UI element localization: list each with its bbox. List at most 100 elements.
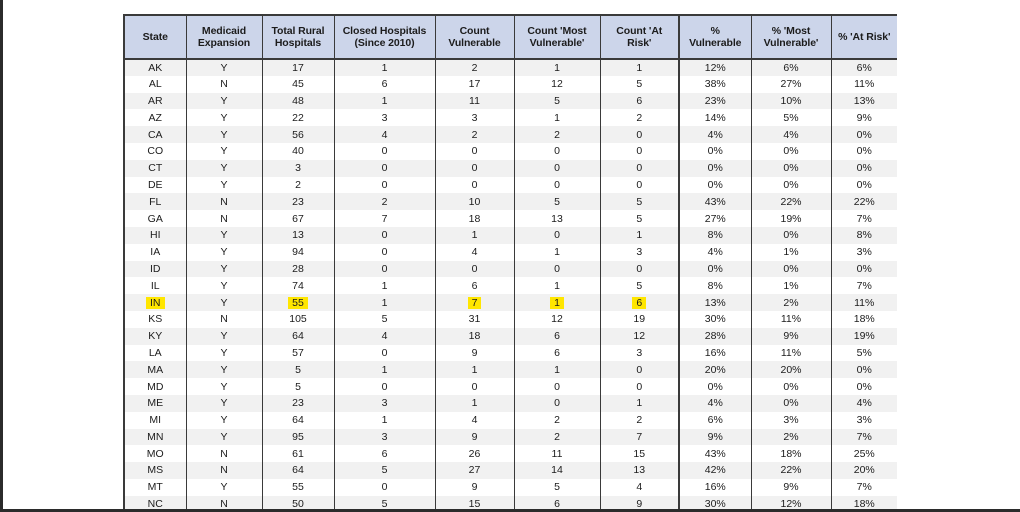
column-header-state[interactable]: State: [123, 14, 187, 60]
cell-total[interactable]: 2: [261, 176, 335, 194]
cell-pct_vul[interactable]: 0%: [678, 159, 752, 177]
cell-state[interactable]: LA: [123, 344, 187, 362]
cell-state[interactable]: KS: [123, 310, 187, 328]
cell-cnt_vul[interactable]: 1: [434, 226, 515, 244]
cell-closed[interactable]: 1: [333, 411, 436, 429]
cell-closed[interactable]: 6: [333, 75, 436, 93]
cell-total[interactable]: 50: [261, 495, 335, 509]
cell-total[interactable]: 105: [261, 310, 335, 328]
cell-pct_most[interactable]: 0%: [750, 159, 832, 177]
cell-cnt_risk[interactable]: 0: [599, 361, 680, 379]
cell-cnt_most[interactable]: 2: [513, 428, 601, 446]
cell-pct_most[interactable]: 4%: [750, 126, 832, 143]
cell-closed[interactable]: 5: [333, 495, 436, 509]
cell-total[interactable]: 55: [261, 478, 335, 496]
cell-total[interactable]: 28: [261, 260, 335, 278]
cell-medicaid[interactable]: Y: [185, 92, 263, 110]
cell-cnt_most[interactable]: 5: [513, 478, 601, 496]
cell-pct_risk[interactable]: 0%: [830, 260, 897, 278]
cell-closed[interactable]: 1: [333, 294, 436, 311]
cell-pct_risk[interactable]: 25%: [830, 445, 897, 463]
cell-pct_vul[interactable]: 30%: [678, 310, 752, 328]
cell-cnt_vul[interactable]: 3: [434, 109, 515, 127]
cell-pct_vul[interactable]: 13%: [678, 294, 752, 311]
table-row[interactable]: CA Y 56 4 2 2 0 4% 4% 0%: [123, 126, 897, 143]
cell-total[interactable]: 74: [261, 277, 335, 295]
cell-medicaid[interactable]: Y: [185, 411, 263, 429]
table-row[interactable]: MD Y 5 0 0 0 0 0% 0% 0%: [123, 378, 897, 395]
cell-cnt_vul[interactable]: 1: [434, 394, 515, 412]
cell-total[interactable]: 23: [261, 394, 335, 412]
table-scroll-viewport[interactable]: State Medicaid Expansion Total Rural Hospita…: [123, 14, 897, 509]
cell-cnt_risk[interactable]: 4: [599, 478, 680, 496]
cell-cnt_vul[interactable]: 0: [434, 378, 515, 395]
table-row[interactable]: IA Y 94 0 4 1 3 4% 1% 3%: [123, 243, 897, 261]
cell-pct_risk[interactable]: 0%: [830, 361, 897, 379]
cell-cnt_risk[interactable]: 0: [599, 378, 680, 395]
cell-pct_most[interactable]: 0%: [750, 394, 832, 412]
cell-cnt_most[interactable]: 1: [513, 243, 601, 261]
cell-closed[interactable]: 0: [333, 159, 436, 177]
cell-pct_vul[interactable]: 28%: [678, 327, 752, 345]
cell-total[interactable]: 23: [261, 193, 335, 211]
cell-cnt_risk[interactable]: 2: [599, 109, 680, 127]
cell-pct_risk[interactable]: 0%: [830, 159, 897, 177]
cell-closed[interactable]: 0: [333, 478, 436, 496]
cell-state[interactable]: CT: [123, 159, 187, 177]
cell-cnt_vul[interactable]: 9: [434, 478, 515, 496]
cell-pct_risk[interactable]: 3%: [830, 243, 897, 261]
column-header-cnt_most[interactable]: Count 'Most Vulnerable': [513, 14, 601, 60]
cell-pct_vul[interactable]: 0%: [678, 260, 752, 278]
cell-pct_risk[interactable]: 22%: [830, 193, 897, 211]
table-row[interactable]: AZ Y 22 3 3 1 2 14% 5% 9%: [123, 109, 897, 127]
cell-closed[interactable]: 4: [333, 126, 436, 143]
cell-medicaid[interactable]: Y: [185, 478, 263, 496]
cell-state[interactable]: MI: [123, 411, 187, 429]
cell-pct_vul[interactable]: 43%: [678, 445, 752, 463]
table-row[interactable]: AL N 45 6 17 12 5 38% 27% 11%: [123, 75, 897, 93]
cell-cnt_vul[interactable]: 1: [434, 361, 515, 379]
cell-closed[interactable]: 0: [333, 176, 436, 194]
cell-total[interactable]: 57: [261, 344, 335, 362]
cell-state-highlighted[interactable]: IN: [123, 294, 187, 311]
cell-cnt_most[interactable]: 0: [513, 394, 601, 412]
cell-pct_vul[interactable]: 23%: [678, 92, 752, 110]
cell-cnt_most[interactable]: 0: [513, 176, 601, 194]
cell-pct_vul[interactable]: 14%: [678, 109, 752, 127]
cell-pct_most[interactable]: 3%: [750, 411, 832, 429]
cell-total-highlighted[interactable]: 55: [261, 294, 335, 311]
cell-pct_risk[interactable]: 0%: [830, 176, 897, 194]
cell-cnt_vul[interactable]: 4: [434, 243, 515, 261]
cell-cnt_most[interactable]: 6: [513, 495, 601, 509]
cell-total[interactable]: 94: [261, 243, 335, 261]
cell-cnt_risk[interactable]: 9: [599, 495, 680, 509]
cell-closed[interactable]: 0: [333, 142, 436, 160]
cell-closed[interactable]: 0: [333, 243, 436, 261]
cell-state[interactable]: MS: [123, 462, 187, 479]
cell-cnt_risk[interactable]: 5: [599, 193, 680, 211]
table-row[interactable]: AR Y 48 1 11 5 6 23% 10% 13%: [123, 92, 897, 110]
cell-cnt_risk[interactable]: 5: [599, 75, 680, 93]
cell-pct_vul[interactable]: 8%: [678, 226, 752, 244]
cell-closed[interactable]: 1: [333, 59, 436, 76]
table-row[interactable]: CO Y 40 0 0 0 0 0% 0% 0%: [123, 142, 897, 160]
cell-cnt_vul-highlighted[interactable]: 7: [434, 294, 515, 311]
cell-cnt_most[interactable]: 6: [513, 344, 601, 362]
cell-closed[interactable]: 0: [333, 378, 436, 395]
cell-cnt_vul[interactable]: 26: [434, 445, 515, 463]
cell-pct_most[interactable]: 0%: [750, 260, 832, 278]
cell-state[interactable]: GA: [123, 210, 187, 227]
cell-pct_most[interactable]: 0%: [750, 142, 832, 160]
cell-medicaid[interactable]: Y: [185, 226, 263, 244]
cell-total[interactable]: 95: [261, 428, 335, 446]
cell-cnt_vul[interactable]: 11: [434, 92, 515, 110]
cell-state[interactable]: CO: [123, 142, 187, 160]
cell-cnt_vul[interactable]: 2: [434, 126, 515, 143]
table-row[interactable]: FL N 23 2 10 5 5 43% 22% 22%: [123, 193, 897, 211]
cell-medicaid[interactable]: Y: [185, 142, 263, 160]
cell-medicaid[interactable]: N: [185, 445, 263, 463]
cell-closed[interactable]: 2: [333, 193, 436, 211]
table-row[interactable]: IL Y 74 1 6 1 5 8% 1% 7%: [123, 277, 897, 295]
cell-cnt_risk-highlighted[interactable]: 6: [599, 294, 680, 311]
cell-pct_vul[interactable]: 0%: [678, 378, 752, 395]
